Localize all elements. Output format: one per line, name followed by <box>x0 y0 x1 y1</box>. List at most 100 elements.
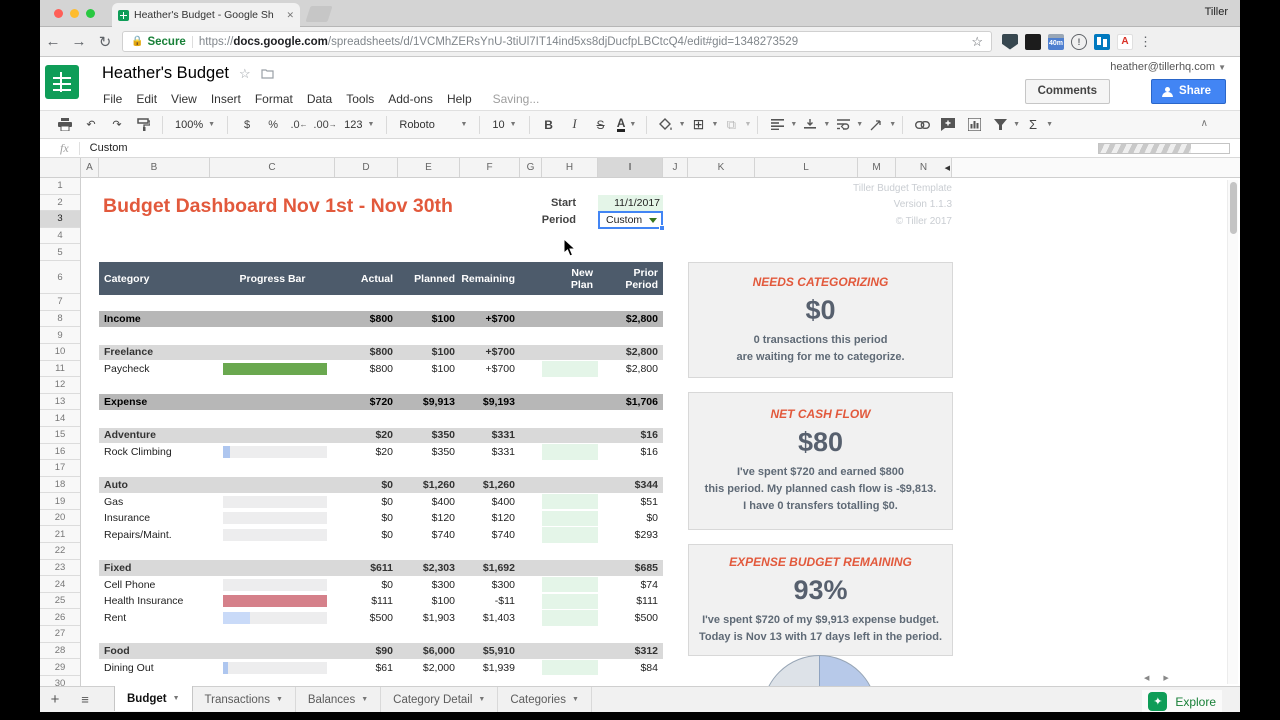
font-select[interactable]: Roboto▼ <box>393 119 473 131</box>
row-header-27[interactable]: 27 <box>40 626 80 643</box>
document-title[interactable]: Heather's Budget <box>102 64 229 83</box>
bold-icon[interactable]: B <box>537 114 561 136</box>
budget-row-auto[interactable]: Auto$0$1,260$1,260$344 <box>99 477 663 493</box>
trello-extension-icon[interactable] <box>1094 34 1110 50</box>
vertical-scrollbar[interactable] <box>1227 180 1238 684</box>
column-header-H[interactable]: H <box>542 158 598 177</box>
merge-cells-icon[interactable]: ⧉ <box>719 114 743 136</box>
row-header-26[interactable]: 26 <box>40 609 80 626</box>
budget-row-food[interactable]: Food$90$6,000$5,910$312 <box>99 643 663 659</box>
budget-row-rock-climbing[interactable]: Rock Climbing$20$350$331$16 <box>99 444 663 460</box>
paint-format-icon[interactable] <box>131 114 155 136</box>
row-header-12[interactable]: 12 <box>40 377 80 394</box>
horizontal-scroll-arrows[interactable]: ◀ ▶ <box>1144 674 1175 682</box>
row-header-18[interactable]: 18 <box>40 477 80 494</box>
sheet-tab-menu-icon[interactable]: ▼ <box>276 696 283 703</box>
row-header-20[interactable]: 20 <box>40 510 80 527</box>
sheet-tab-menu-icon[interactable]: ▼ <box>361 696 368 703</box>
strikethrough-icon[interactable]: S <box>589 114 613 136</box>
row-header-15[interactable]: 15 <box>40 427 80 444</box>
row-header-1[interactable]: 1 <box>40 178 80 195</box>
column-header-D[interactable]: D <box>335 158 398 177</box>
share-button[interactable]: Share <box>1151 79 1226 104</box>
column-header-M[interactable]: M <box>858 158 896 177</box>
menu-edit[interactable]: Edit <box>129 89 164 109</box>
row-header-16[interactable]: 16 <box>40 444 80 461</box>
budget-row-repairs-maint-[interactable]: Repairs/Maint.$0$740$740$293 <box>99 527 663 543</box>
filter-caret[interactable]: ▼ <box>1013 121 1020 128</box>
budget-row-freelance[interactable]: Freelance$800$100+$700$2,800 <box>99 345 663 361</box>
comments-button[interactable]: Comments <box>1025 79 1110 104</box>
browser-menu-icon[interactable]: ⋮ <box>1139 34 1152 50</box>
row-header-14[interactable]: 14 <box>40 410 80 427</box>
close-tab-icon[interactable]: ✕ <box>286 10 294 21</box>
column-header-G[interactable]: G <box>520 158 542 177</box>
horizontal-align-caret[interactable]: ▼ <box>790 121 797 128</box>
sheet-tab-menu-icon[interactable]: ▼ <box>572 696 579 703</box>
undo-icon[interactable]: ↶ <box>79 114 103 136</box>
dropdown-arrow-icon[interactable] <box>649 218 657 223</box>
currency-format-icon[interactable]: $ <box>235 114 259 136</box>
sheets-logo-icon[interactable] <box>45 65 79 99</box>
row-header-11[interactable]: 11 <box>40 361 80 378</box>
all-sheets-icon[interactable]: ≡ <box>70 692 100 707</box>
filter-icon[interactable] <box>988 114 1012 136</box>
budget-row-insurance[interactable]: Insurance$0$120$120$0 <box>99 511 663 527</box>
budget-row-expense[interactable]: Expense$720$9,913$9,193$1,706 <box>99 394 663 410</box>
column-header-A[interactable]: A <box>81 158 99 177</box>
fill-color-icon[interactable] <box>654 114 678 136</box>
row-header-6[interactable]: 6 <box>40 261 80 294</box>
borders-caret[interactable]: ▼ <box>712 121 719 128</box>
print-icon[interactable] <box>53 114 77 136</box>
vertical-align-caret[interactable]: ▼ <box>823 121 830 128</box>
menu-insert[interactable]: Insert <box>204 89 248 109</box>
collapse-toolbar-icon[interactable]: ∧ <box>1201 118 1208 129</box>
budget-row-cell-phone[interactable]: Cell Phone$0$300$300$74 <box>99 577 663 593</box>
number-format-select[interactable]: 123▼ <box>338 119 380 131</box>
row-header-5[interactable]: 5 <box>40 244 80 261</box>
explore-button[interactable]: ✦ Explore <box>1142 690 1222 712</box>
timer-extension-icon[interactable]: 40m <box>1048 34 1064 50</box>
row-header-4[interactable]: 4 <box>40 228 80 245</box>
row-header-3[interactable]: 3 <box>40 211 80 228</box>
row-header-28[interactable]: 28 <box>40 643 80 660</box>
text-rotation-icon[interactable] <box>864 114 888 136</box>
font-size-select[interactable]: 10▼ <box>486 119 522 131</box>
zoom-window-button[interactable] <box>86 9 95 18</box>
menu-data[interactable]: Data <box>300 89 339 109</box>
row-header-29[interactable]: 29 <box>40 659 80 676</box>
column-header-F[interactable]: F <box>460 158 520 177</box>
sheet-tab-budget[interactable]: Budget▼ <box>114 686 193 711</box>
row-header-8[interactable]: 8 <box>40 311 80 328</box>
budget-row-paycheck[interactable]: Paycheck$800$100+$700$2,800 <box>99 361 663 377</box>
back-icon[interactable]: ← <box>40 33 66 50</box>
row-header-9[interactable]: 9 <box>40 327 80 344</box>
zoom-select[interactable]: 100%▼ <box>169 119 221 131</box>
text-wrap-icon[interactable] <box>831 114 855 136</box>
row-header-22[interactable]: 22 <box>40 543 80 560</box>
budget-row-health-insurance[interactable]: Health Insurance$111$100-$11$111 <box>99 594 663 610</box>
forward-icon[interactable]: → <box>66 33 92 50</box>
budget-row-rent[interactable]: Rent$500$1,903$1,403$500 <box>99 610 663 626</box>
sheet-tab-transactions[interactable]: Transactions▼ <box>193 687 296 712</box>
close-window-button[interactable] <box>54 9 63 18</box>
window-controls[interactable] <box>54 9 95 18</box>
formula-input[interactable]: Custom <box>90 142 128 154</box>
move-to-folder-icon[interactable] <box>261 68 274 79</box>
column-header-J[interactable]: J <box>663 158 688 177</box>
sheet-tab-menu-icon[interactable]: ▼ <box>478 696 485 703</box>
vertical-align-icon[interactable] <box>798 114 822 136</box>
budget-row-dining-out[interactable]: Dining Out$61$2,000$1,939$84 <box>99 660 663 676</box>
flag-extension-icon[interactable] <box>1025 34 1041 50</box>
spreadsheet-grid[interactable]: 1234567891011121314151617181920212223242… <box>40 178 1240 686</box>
horizontal-align-icon[interactable] <box>765 114 789 136</box>
address-bar[interactable]: 🔒 Secure https://docs.google.com/spreads… <box>122 31 992 52</box>
acrobat-extension-icon[interactable]: A <box>1117 34 1133 50</box>
column-header-N[interactable]: N◀ <box>896 158 952 177</box>
row-header-17[interactable]: 17 <box>40 460 80 477</box>
row-header-23[interactable]: 23 <box>40 560 80 577</box>
text-rotation-caret[interactable]: ▼ <box>889 121 896 128</box>
row-header-2[interactable]: 2 <box>40 195 80 212</box>
menu-view[interactable]: View <box>164 89 204 109</box>
reload-icon[interactable]: ↻ <box>92 33 118 51</box>
